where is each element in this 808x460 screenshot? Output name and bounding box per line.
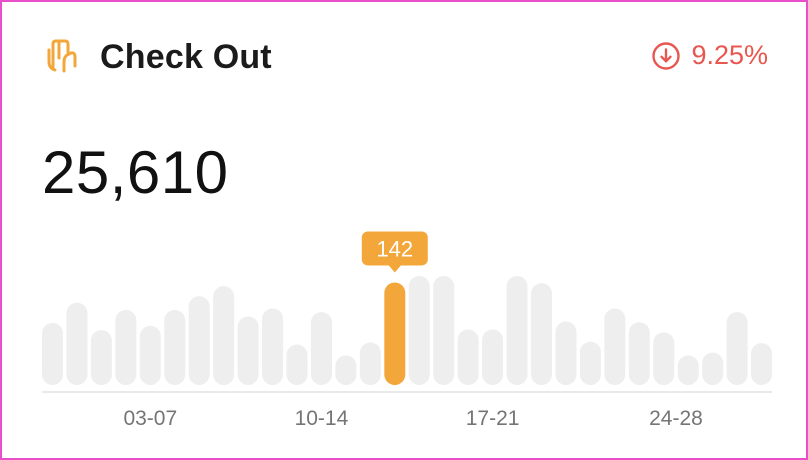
- x-tick-label: 17-21: [466, 407, 520, 430]
- tooltip-value: 142: [376, 236, 413, 261]
- change-indicator: 9.25%: [651, 40, 768, 71]
- bar[interactable]: [677, 355, 699, 385]
- bar[interactable]: [262, 308, 284, 385]
- total-value: 25,610: [42, 139, 229, 206]
- bar[interactable]: [90, 330, 112, 385]
- bar[interactable]: [433, 275, 455, 385]
- bar[interactable]: [310, 312, 332, 385]
- bar[interactable]: [628, 322, 650, 385]
- bar[interactable]: [726, 312, 748, 385]
- bar[interactable]: [408, 275, 430, 385]
- bar[interactable]: [286, 344, 308, 385]
- bar[interactable]: [653, 332, 675, 385]
- credit-card-hand-icon: [47, 39, 77, 73]
- bar[interactable]: [751, 343, 773, 385]
- card-header: Check Out 9.25%: [44, 36, 768, 80]
- bar[interactable]: [115, 309, 137, 385]
- bar[interactable]: [482, 329, 504, 385]
- bar[interactable]: [164, 309, 186, 385]
- arrow-down-circle-icon: [652, 41, 681, 70]
- bar[interactable]: [604, 308, 626, 385]
- x-tick-label: 03-07: [123, 407, 177, 430]
- bar[interactable]: [237, 316, 259, 385]
- bar[interactable]: [66, 302, 88, 385]
- bar[interactable]: [213, 286, 235, 385]
- tooltip-pointer: [388, 265, 401, 273]
- card-title: Check Out: [100, 38, 272, 76]
- bar[interactable]: [702, 352, 724, 386]
- bar[interactable]: [139, 325, 161, 385]
- check-out-card: Check Out 9.25% 25,610 142 03-07 10-14 17-2…: [0, 0, 808, 460]
- bar[interactable]: [457, 329, 479, 385]
- x-tick-label: 24-28: [649, 407, 703, 430]
- change-percent: 9.25%: [691, 40, 768, 70]
- bar[interactable]: [506, 275, 528, 385]
- bar-chart: 142 03-07 10-14 17-21 24-28: [42, 231, 773, 430]
- x-tick-label: 10-14: [295, 407, 349, 430]
- bar-highlighted[interactable]: [384, 282, 406, 385]
- bar[interactable]: [579, 341, 601, 385]
- bar[interactable]: [188, 296, 210, 385]
- bar[interactable]: [335, 355, 357, 385]
- bar[interactable]: [555, 321, 577, 385]
- bar[interactable]: [359, 342, 381, 385]
- bar[interactable]: [42, 322, 63, 385]
- bar[interactable]: [531, 283, 552, 385]
